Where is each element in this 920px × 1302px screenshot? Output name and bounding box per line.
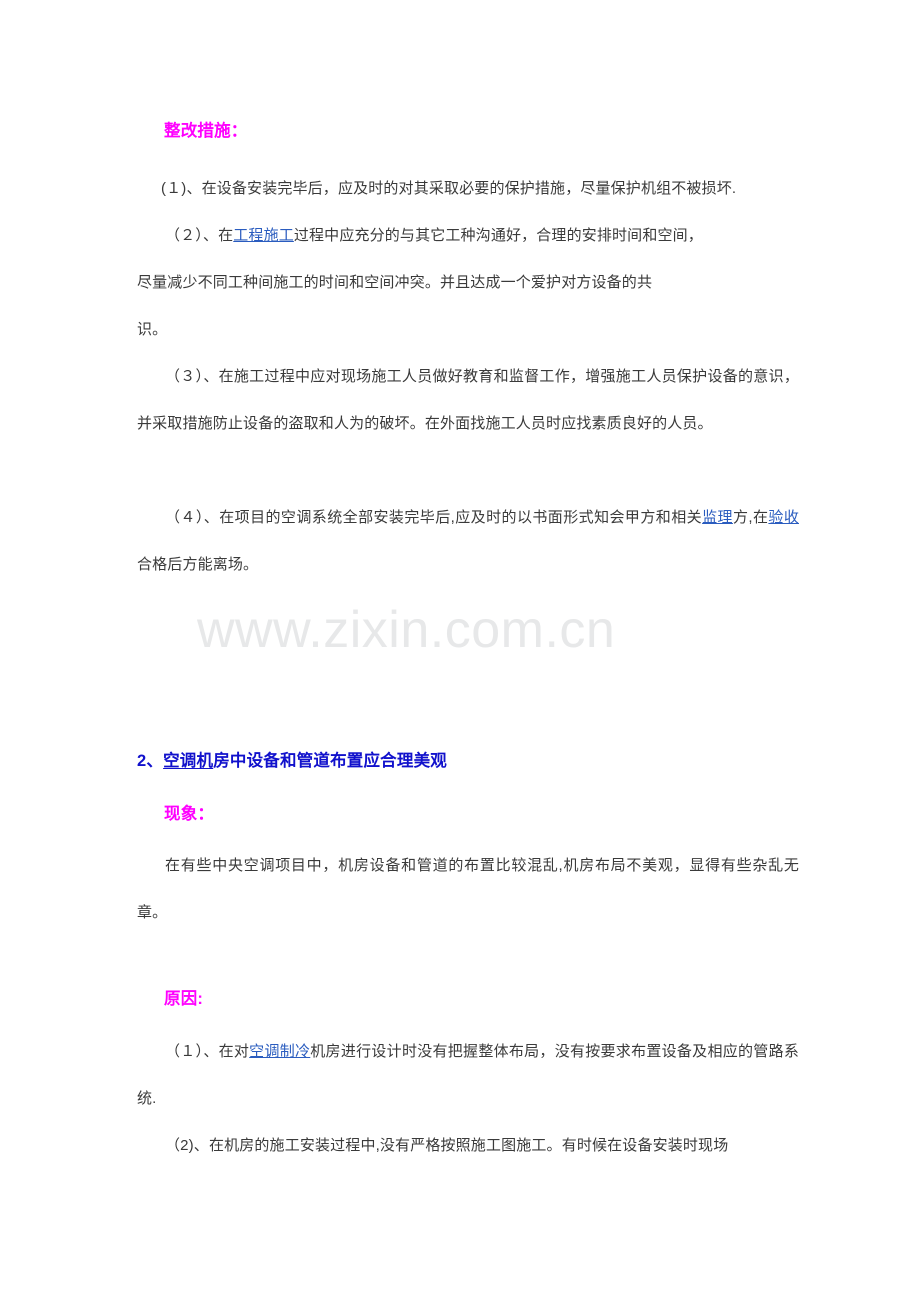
link-engineering-construction[interactable]: 工程施工 (233, 227, 294, 244)
phenomenon-heading: 现象： (164, 805, 215, 823)
measure-item-3-text: （３）、在施工过程中应对现场施工人员做好教育和监督工作，增强施工人员保护设备的意… (137, 368, 799, 432)
measure-item-2-tail-text: 识。 (137, 321, 168, 338)
measure-item-2-tail: 识。 (137, 306, 799, 353)
cause-item-1-text: （１）、在对空调制冷机房进行设计时没有把握整体布局，没有按要求布置设备及相应的管… (137, 1028, 799, 1122)
measures-heading: 整改措施： (164, 122, 248, 140)
measure-item-1-text: (１)、在设备安装完毕后，应及时的对其采取必要的保护措施，尽量保护机组不被损坏. (161, 180, 737, 197)
measure-item-2-text: （２）、在工程施工过程中应充分的与其它工种沟通好，合理的安排时间和空间， (137, 212, 799, 259)
cause-heading: 原因: (164, 990, 204, 1008)
measure-item-2-pre: （２）、在 (165, 227, 234, 244)
measure-item-2-post: 过程中应充分的与其它工种沟通好，合理的安排时间和空间， (293, 227, 703, 244)
phenomenon-body: 在有些中央空调项目中，机房设备和管道的布置比较混乱,机房布局不美观，显得有些杂乱… (137, 842, 799, 936)
section-2-number: 2、 (137, 752, 164, 770)
measure-item-4: （４）、在项目的空调系统全部安装完毕后,应及时的以书面形式知会甲方和相关监理方,… (137, 494, 799, 588)
measure-item-4-mid: 方,在 (732, 509, 769, 526)
measure-item-4-post: 合格后方能离场。 (137, 556, 259, 573)
measure-item-4-pre: （４）、在项目的空调系统全部安装完毕后,应及时的以书面形式知会甲方和相关 (165, 509, 703, 526)
measure-item-2: （２）、在工程施工过程中应充分的与其它工种沟通好，合理的安排时间和空间， (137, 212, 799, 259)
measure-item-4-text: （４）、在项目的空调系统全部安装完毕后,应及时的以书面形式知会甲方和相关监理方,… (137, 494, 799, 588)
cause-item-1-pre: （１）、在对 (165, 1043, 250, 1060)
cause-item-1: （１）、在对空调制冷机房进行设计时没有把握整体布局，没有按要求布置设备及相应的管… (137, 1028, 799, 1122)
cause-item-2: （2)、在机房的施工安装过程中,没有严格按照施工图施工。有时候在设备安装时现场 (137, 1122, 799, 1169)
watermark-zixin: www.zixin.com.cn (197, 601, 616, 659)
phenomenon-heading-block: 现象： (137, 806, 799, 823)
document-page: 整改措施： (１)、在设备安装完毕后，应及时的对其采取必要的保护措施，尽量保护机… (0, 0, 920, 1302)
measure-item-2-cont: 尽量减少不同工种间施工的时间和空间冲突。并且达成一个爱护对方设备的共 (137, 259, 799, 306)
link-air-conditioner-room[interactable]: 空调机 (163, 752, 213, 770)
measure-item-1: (１)、在设备安装完毕后，应及时的对其采取必要的保护措施，尽量保护机组不被损坏. (137, 165, 799, 212)
link-supervision[interactable]: 监理 (702, 509, 733, 526)
link-acceptance[interactable]: 验收 (768, 509, 799, 526)
link-air-conditioning-refrigeration[interactable]: 空调制冷 (249, 1043, 310, 1060)
cause-item-2-text: （2)、在机房的施工安装过程中,没有严格按照施工图施工。有时候在设备安装时现场 (165, 1137, 729, 1154)
section-2-heading: 2、空调机房中设备和管道布置应合理美观 (137, 753, 799, 770)
section-2-heading-rest: 房中设备和管道布置应合理美观 (213, 752, 447, 770)
section-2-heading-block: 2、空调机房中设备和管道布置应合理美观 (137, 753, 799, 770)
cause-heading-block: 原因: (137, 991, 799, 1008)
measures-heading-block: 整改措施： (137, 123, 799, 140)
phenomenon-text: 在有些中央空调项目中，机房设备和管道的布置比较混乱,机房布局不美观，显得有些杂乱… (137, 857, 799, 921)
measure-item-3: （３）、在施工过程中应对现场施工人员做好教育和监督工作，增强施工人员保护设备的意… (137, 353, 799, 447)
measure-item-2-cont-text: 尽量减少不同工种间施工的时间和空间冲突。并且达成一个爱护对方设备的共 (137, 274, 653, 291)
